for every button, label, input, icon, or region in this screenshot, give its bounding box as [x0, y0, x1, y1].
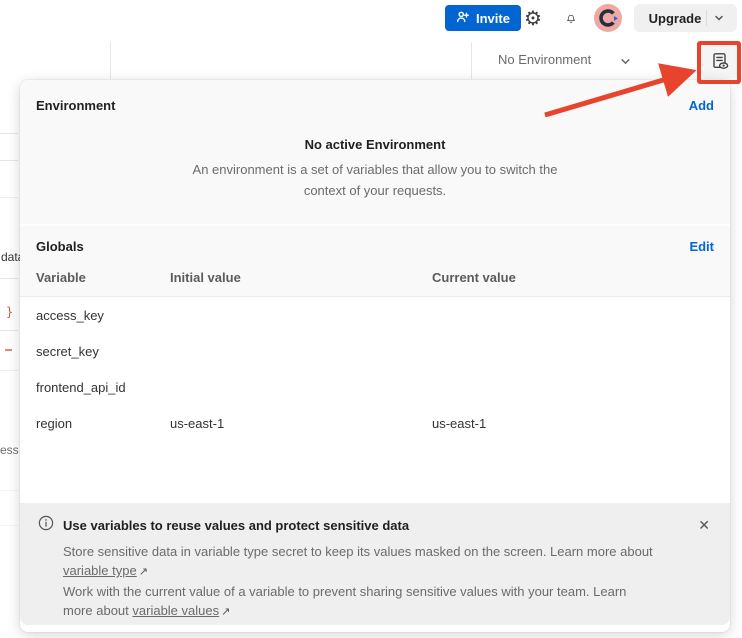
- globals-title: Globals: [36, 239, 84, 254]
- settings-gear-icon[interactable]: ⚙: [522, 8, 544, 30]
- variable-name: secret_key: [36, 344, 170, 359]
- variable-name: frontend_api_id: [36, 380, 170, 395]
- invite-label: Invite: [476, 11, 510, 26]
- background-code-fragment: }: [6, 305, 13, 319]
- chevron-down-icon[interactable]: [707, 13, 731, 23]
- invite-button[interactable]: Invite: [445, 5, 521, 31]
- divider: [0, 278, 18, 279]
- upgrade-button[interactable]: Upgrade: [634, 4, 737, 32]
- spacer: [20, 441, 730, 503]
- divider: [0, 330, 18, 331]
- environment-toolbar: No Environment: [0, 41, 742, 80]
- variables-info-banner: Use variables to reuse values and protec…: [20, 503, 730, 625]
- banner-text-secret: Store sensitive data in variable type se…: [63, 542, 659, 582]
- app-window: data } ess Invite ⚙: [0, 0, 742, 638]
- table-row[interactable]: frontend_api_id: [20, 369, 730, 405]
- environment-section-title: Environment: [36, 98, 115, 113]
- environment-quick-look-button[interactable]: [701, 45, 738, 79]
- column-current-value: Current value: [432, 270, 714, 285]
- variable-values-link[interactable]: variable values: [132, 603, 219, 618]
- initial-value: us-east-1: [170, 416, 432, 431]
- column-variable: Variable: [36, 270, 170, 285]
- add-environment-link[interactable]: Add: [689, 98, 714, 113]
- invite-user-icon: [456, 10, 470, 27]
- pane-divider: [471, 42, 472, 79]
- table-row[interactable]: access_key: [20, 297, 730, 333]
- info-icon: [38, 515, 54, 536]
- chevron-down-icon[interactable]: [620, 54, 631, 72]
- globals-table-header: Variable Initial value Current value: [20, 270, 730, 285]
- table-row[interactable]: secret_key: [20, 333, 730, 369]
- divider: [0, 490, 18, 491]
- environment-quick-look-panel: Environment Add No active Environment An…: [20, 80, 730, 632]
- divider: [0, 133, 18, 134]
- environment-quick-look-icon: [710, 51, 730, 74]
- divider: [0, 370, 18, 371]
- background-text-fragment: ess: [0, 443, 19, 457]
- edit-globals-link[interactable]: Edit: [689, 239, 714, 254]
- environment-description: An environment is a set of variables tha…: [20, 159, 730, 201]
- user-avatar[interactable]: [594, 4, 622, 32]
- globals-table-body: access_key secret_key frontend_api_id re…: [20, 297, 730, 503]
- notifications-bell-icon[interactable]: [560, 8, 582, 30]
- close-icon[interactable]: ✕: [694, 517, 714, 534]
- divider: [0, 160, 18, 161]
- globals-section-header: Globals Edit Variable Initial value Curr…: [20, 226, 730, 297]
- current-value: us-east-1: [432, 416, 714, 431]
- divider: [0, 525, 18, 526]
- environment-selector[interactable]: No Environment: [498, 52, 591, 67]
- banner-text-current-value: Work with the current value of a variabl…: [63, 582, 659, 622]
- top-bar: Invite ⚙ Upgrade: [0, 0, 742, 42]
- no-active-environment-title: No active Environment: [20, 137, 730, 152]
- external-link-icon: ↗: [221, 606, 230, 618]
- external-link-icon: ↗: [139, 566, 148, 578]
- banner-title: Use variables to reuse values and protec…: [63, 518, 685, 533]
- variable-name: access_key: [36, 308, 170, 323]
- divider: [0, 197, 18, 198]
- variable-type-link[interactable]: variable type: [63, 563, 137, 578]
- column-initial-value: Initial value: [170, 270, 432, 285]
- variable-name: region: [36, 416, 170, 431]
- environment-section: Environment Add No active Environment An…: [20, 80, 730, 226]
- table-row[interactable]: region us-east-1 us-east-1: [20, 405, 730, 441]
- pane-divider: [110, 42, 111, 79]
- upgrade-label: Upgrade: [640, 11, 706, 26]
- background-mark: [5, 349, 12, 351]
